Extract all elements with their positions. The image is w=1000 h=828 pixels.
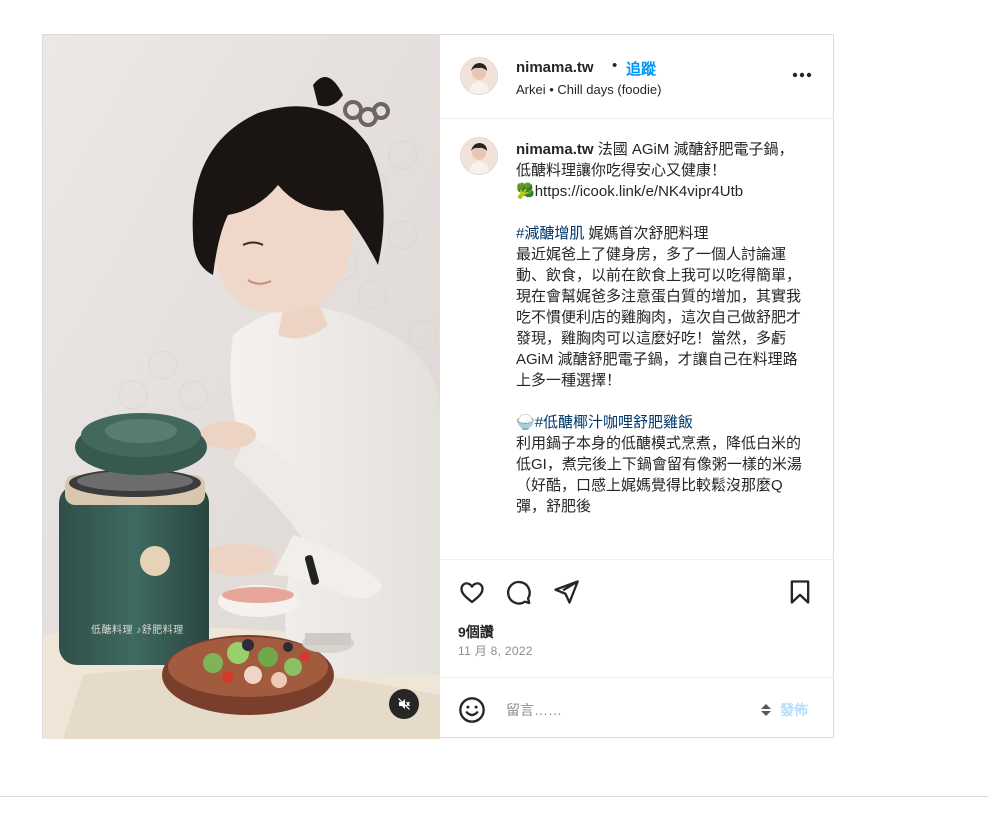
video-overlay-text: 低醣料理 ♪舒肥料理 <box>91 625 184 636</box>
separator-dot: • <box>612 57 618 74</box>
caption-avatar[interactable] <box>460 137 498 175</box>
post-audio-subtitle[interactable]: Arkei • Chill days (foodie) <box>516 82 661 97</box>
caption-paragraph-2: 利用鍋子本身的低醣模式烹煮，降低白米的低GI，煮完後上下鍋會留有像粥一樣的米湯（… <box>516 435 802 515</box>
comment-icon[interactable] <box>504 578 532 606</box>
post-details-panel: nimama.tw • 追蹤 Arkei • Chill days (foodi… <box>440 35 833 737</box>
post-header: nimama.tw • 追蹤 Arkei • Chill days (foodi… <box>440 35 833 119</box>
comment-input[interactable] <box>504 696 728 724</box>
hashtag-link[interactable]: #減醣增肌 <box>516 225 584 242</box>
broccoli-emoji: 🥦 <box>516 183 535 200</box>
more-horizontal-icon[interactable] <box>790 65 814 85</box>
profile-avatar[interactable] <box>460 57 498 95</box>
post-date[interactable]: 11 月 8, 2022 <box>458 642 533 659</box>
volume-muted-icon[interactable] <box>389 689 419 719</box>
text-resize-icon[interactable] <box>760 702 772 718</box>
hashtag-link-2[interactable]: #低醣椰汁咖哩舒肥雞飯 <box>535 414 693 431</box>
rice-emoji: 🍚 <box>516 414 535 431</box>
post-video[interactable]: 低醣料理 ♪舒肥料理 <box>43 35 440 739</box>
smiley-icon[interactable] <box>458 696 486 724</box>
post-card: 低醣料理 ♪舒肥料理 nimama.tw • 追蹤 Arkei • Chill … <box>42 34 834 739</box>
post-username[interactable]: nimama.tw <box>516 59 594 76</box>
caption-username[interactable]: nimama.tw <box>516 141 594 158</box>
caption-scroll-area[interactable]: nimama.tw 法國 AGiM 減醣舒肥電子鍋，低醣料理讓你吃得安心又健康！… <box>440 119 833 559</box>
paper-plane-icon[interactable] <box>552 578 580 606</box>
post-caption: nimama.tw 法國 AGiM 減醣舒肥電子鍋，低醣料理讓你吃得安心又健康！… <box>516 139 806 517</box>
follow-button[interactable]: 追蹤 <box>626 58 656 79</box>
post-comment-button[interactable]: 發佈 <box>780 700 808 720</box>
page-divider <box>0 796 988 797</box>
post-actions: 9個讚 11 月 8, 2022 <box>440 559 833 677</box>
caption-paragraph-1: 娓媽首次舒肥料理 最近娓爸上了健身房，多了一個人討論運動、飲食，以前在飲食上我可… <box>516 225 802 389</box>
likes-count[interactable]: 9個讚 <box>458 622 494 642</box>
bookmark-icon[interactable] <box>786 578 814 606</box>
heart-icon[interactable] <box>458 578 486 606</box>
caption-link[interactable]: https://icook.link/e/NK4vipr4Utb <box>535 183 743 200</box>
comment-bar: 發佈 <box>440 677 833 737</box>
